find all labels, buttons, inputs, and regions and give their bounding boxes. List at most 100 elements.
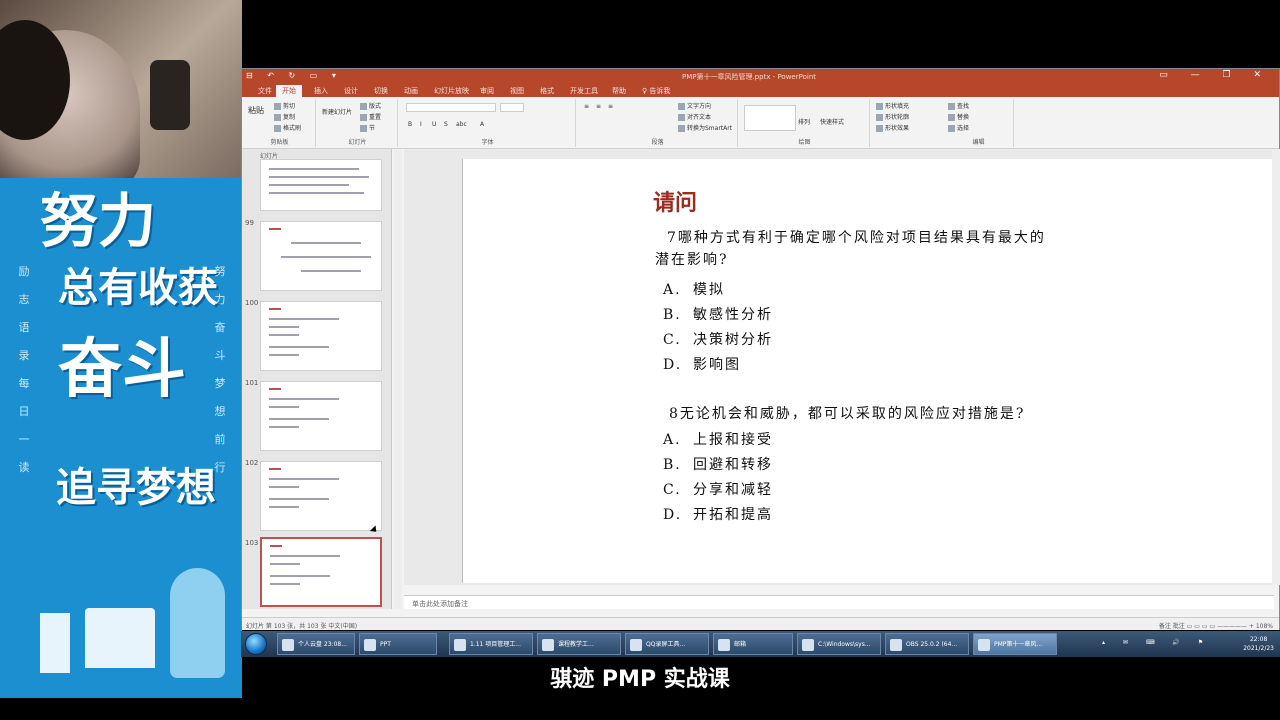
tab-insert[interactable]: 插入 [308,85,334,97]
copy-button[interactable]: 复制 [274,112,295,121]
slide-thumbnails-pane: 幻灯片 99 100 101 102 103 [242,149,392,609]
q7-option-a: A. 模拟 [663,279,725,299]
find-button[interactable]: 查找 [948,101,969,110]
slide-number: 99 [245,219,254,227]
thumb-line [270,583,300,585]
slide-thumbnail[interactable] [260,221,382,291]
system-tray: ▴ ✉ ⌨ 🔊 ⚑ 22:08 2021/2/23 [1096,633,1276,655]
select-button[interactable]: 选择 [948,123,969,132]
shadow-button[interactable]: S [444,121,448,128]
notes-pane[interactable]: 单击此处添加备注 [404,595,1274,609]
italic-button[interactable]: I [420,121,422,128]
underline-button[interactable]: U [432,121,436,128]
font-name-select[interactable] [406,103,496,112]
layout-button[interactable]: 版式 [360,101,381,110]
taskbar-item[interactable]: C:\Windows\sys... [797,633,881,655]
window-controls[interactable]: ▭ — ❐ ✕ [1159,70,1271,80]
promo-left-char: 日 [18,405,30,418]
shape-outline-button[interactable]: 形状轮廓 [876,112,909,121]
slide-thumbnail[interactable] [260,381,382,451]
tab-transitions[interactable]: 切换 [368,85,394,97]
tab-slideshow[interactable]: 幻灯片放映 [428,85,475,97]
new-slide-button[interactable]: 新建幻灯片 [322,107,352,116]
thumb-title [269,468,281,470]
thumb-line [301,270,361,272]
taskbar-item[interactable]: 1.11 项目管理工... [449,633,533,655]
strikethrough-button[interactable]: abc [456,121,467,128]
slide-scrollbar[interactable] [1272,149,1280,585]
tab-file[interactable]: 文件 [252,85,278,97]
arrange-button[interactable]: 排列 [798,117,810,126]
start-button[interactable] [245,633,267,655]
slide-thumbnail-selected[interactable] [260,537,382,607]
thumb-title [270,545,282,547]
taskbar-item-active[interactable]: PMP第十一章风... [973,633,1057,655]
promo-right-column: 努 力 奋 斗 梦 想 前 行 [212,258,228,482]
reset-button[interactable]: 重置 [360,112,381,121]
view-controls[interactable]: 备注 批注 ▭ ▭ ▭ ▭ ————— + 108% [1159,621,1273,630]
option-letter: C. [663,332,682,348]
tab-review[interactable]: 审阅 [474,85,500,97]
option-letter: D. [663,507,683,523]
align-left-button[interactable]: ≡ [584,103,589,110]
tab-design[interactable]: 设计 [338,85,364,97]
option-text: 影响图 [693,357,741,373]
font-size-select[interactable] [500,103,524,112]
taskbar-item[interactable]: 课程教学工... [537,633,621,655]
promo-line-3: 奋斗 [58,333,186,407]
group-label: 幻灯片 [348,139,367,146]
tell-me-search[interactable]: ♀ 告诉我 [636,85,676,97]
align-text-button[interactable]: 对齐文本 [678,112,711,121]
quick-styles-button[interactable]: 快速样式 [820,117,844,126]
shapes-gallery[interactable] [744,105,796,131]
section-button[interactable]: 节 [360,123,375,132]
text-direction-button[interactable]: 文字方向 [678,101,711,110]
section-label: 节 [369,125,376,132]
thumb-line [291,242,361,244]
taskbar-item[interactable]: PPT [359,633,437,655]
bold-button[interactable]: B [408,121,412,128]
thumb-line [269,192,364,194]
smartart-button[interactable]: 转换为SmartArt [678,123,732,132]
current-slide[interactable]: 请问 7哪种方式有利于确定哪个风险对项目结果具有最大的 潜在影响? A. 模拟 B… [462,159,1272,583]
cut-label: 剪切 [283,103,296,110]
paste-button[interactable]: 粘贴 [248,105,264,116]
taskbar-item[interactable]: 邮箱 [713,633,793,655]
thumbnails-scrollbar[interactable] [394,149,402,609]
thumb-title [269,228,281,230]
tab-help[interactable]: 帮助 [606,85,632,97]
slide-thumbnail[interactable] [260,159,382,211]
tab-format[interactable]: 格式 [534,85,560,97]
tab-home[interactable]: 开始 [276,85,302,97]
cut-button[interactable]: 剪切 [274,101,295,110]
promo-left-char: 语 [18,321,30,334]
format-painter-button[interactable]: 格式刷 [274,123,301,132]
font-color-button[interactable]: A [480,121,484,128]
option-text: 回避和转移 [693,457,773,473]
tray-icons[interactable]: ▴ ✉ ⌨ 🔊 ⚑ [1102,639,1211,646]
taskbar-item[interactable]: OBS 25.0.2 (64... [885,633,969,655]
group-drawing-format: 形状填充 形状轮廓 形状效果 [872,99,942,147]
shape-effects-button[interactable]: 形状效果 [876,123,909,132]
taskbar-item[interactable]: 个人云盘 23:08... [277,633,355,655]
powerpoint-window: ⊟ ↶ ↻ ▭ ▾ PMP第十一章风险管理.pptx - PowerPoint … [241,68,1280,630]
q7-option-c: C. 决策树分析 [663,329,773,349]
promo-right-char: 力 [214,293,226,306]
slide-thumbnail[interactable] [260,461,382,531]
tab-view[interactable]: 视图 [504,85,530,97]
replace-button[interactable]: 替换 [948,112,969,121]
tab-animations[interactable]: 动画 [398,85,424,97]
window-title: PMP第十一章风险管理.pptx - PowerPoint [682,73,817,81]
q8-option-c: C. 分享和减轻 [663,479,773,499]
align-center-button[interactable]: ≡ [596,103,601,110]
option-letter: D. [663,357,683,373]
align-right-button[interactable]: ≡ [608,103,613,110]
reset-label: 重置 [369,114,382,121]
quick-access-toolbar[interactable]: ⊟ ↶ ↻ ▭ ▾ [246,71,342,80]
tab-developer[interactable]: 开发工具 [564,85,604,97]
taskbar-item[interactable]: QQ录屏工具... [625,633,709,655]
thumb-line [269,326,299,328]
shape-fill-button[interactable]: 形状填充 [876,101,909,110]
slide-thumbnail[interactable] [260,301,382,371]
clock[interactable]: 22:08 2021/2/23 [1243,635,1274,653]
